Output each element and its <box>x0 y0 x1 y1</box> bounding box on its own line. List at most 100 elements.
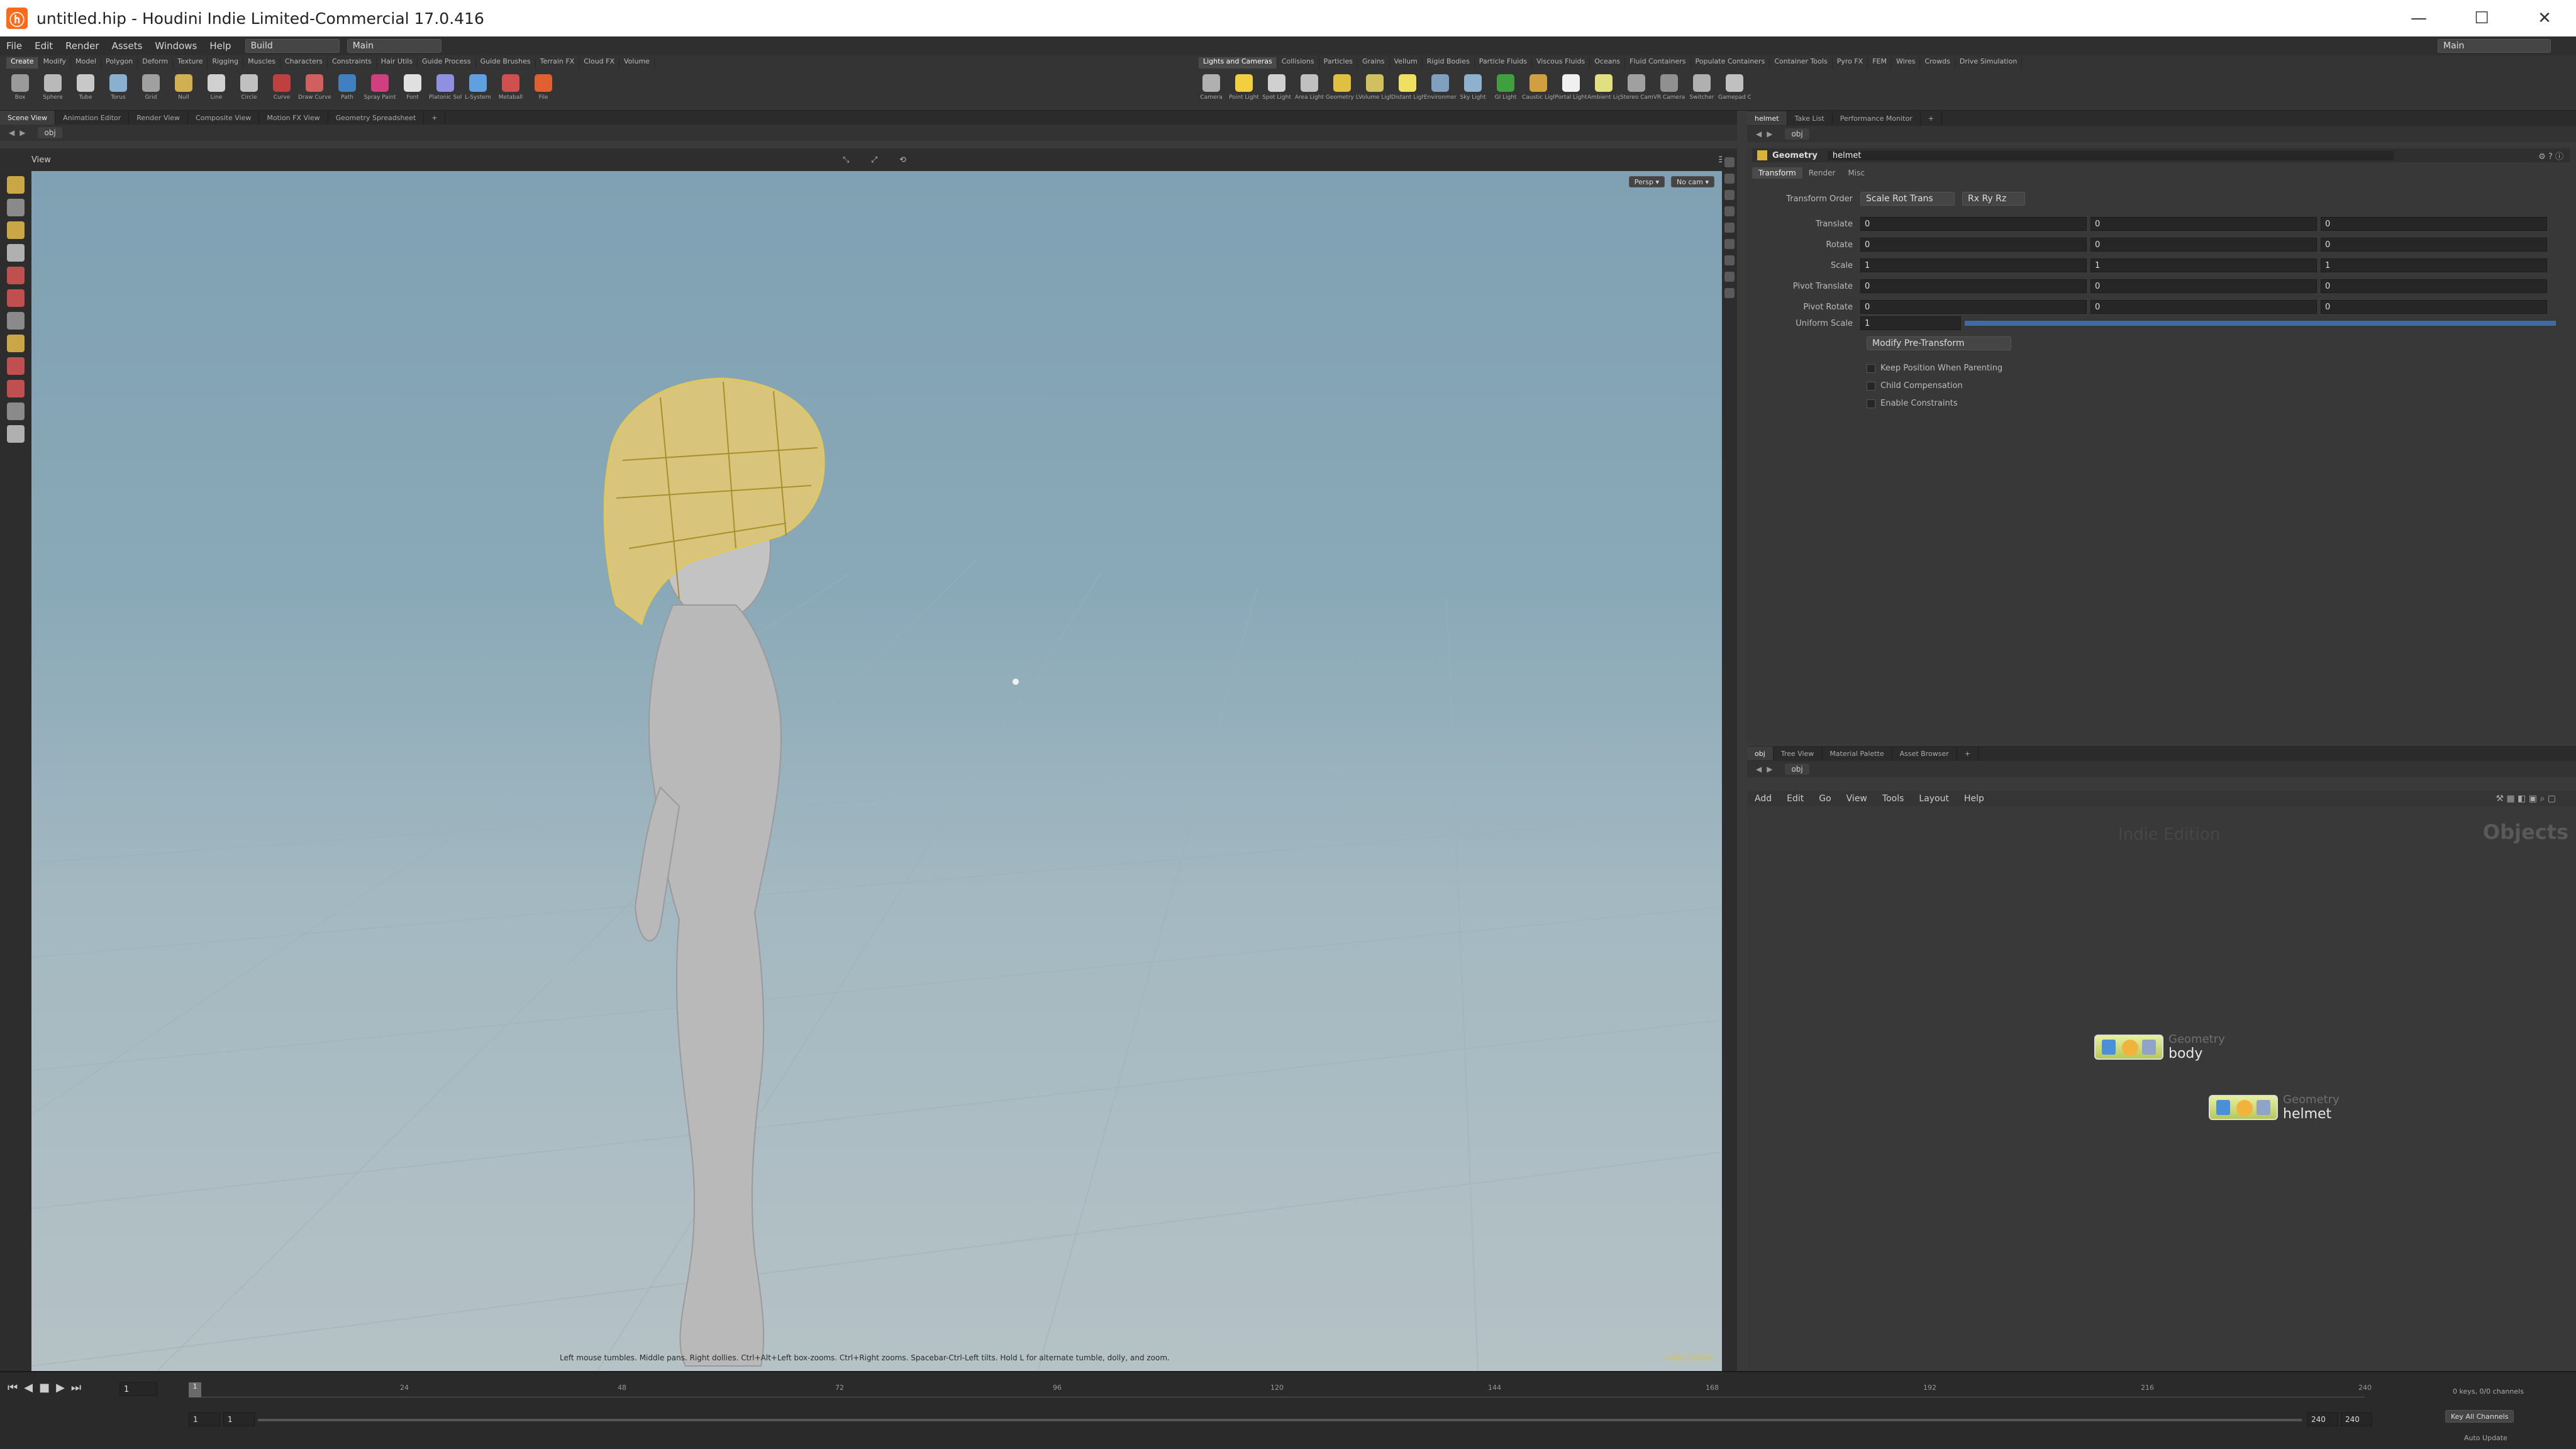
shelf-tab[interactable]: Drive Simulation <box>1955 57 2023 69</box>
shelf-tool[interactable]: Draw Curve <box>298 72 331 108</box>
shelf-tab[interactable]: Oceans <box>1590 57 1626 69</box>
tab-helmet-params[interactable]: helmet <box>1747 111 1787 125</box>
scale-tool-icon[interactable] <box>7 267 25 284</box>
param-field[interactable]: 1 <box>1860 258 2087 272</box>
uniform-scale-slider[interactable] <box>1965 321 2556 326</box>
param-field[interactable]: 0 <box>1860 238 2087 252</box>
shelf-tool[interactable]: Ambient Light <box>1587 72 1620 108</box>
display-options-icon[interactable] <box>1724 157 1735 167</box>
shelf-tool[interactable]: Line <box>200 72 233 108</box>
menu-windows[interactable]: Windows <box>148 40 203 52</box>
shelf-tab[interactable]: Hair Utils <box>377 57 418 69</box>
close-button[interactable]: ✕ <box>2513 0 2576 36</box>
body-model[interactable] <box>634 475 782 1367</box>
tab-material-palette[interactable]: Material Palette <box>1822 747 1892 760</box>
shelf-tool[interactable]: Gamepad Camera <box>1718 72 1751 108</box>
shelf-tool[interactable]: Grid <box>135 72 167 108</box>
shelf-tool[interactable]: GI Light <box>1489 72 1522 108</box>
add-tab-button[interactable]: + <box>424 111 446 125</box>
tab-animation-editor[interactable]: Animation Editor <box>55 111 130 125</box>
param-field[interactable]: 0 <box>1860 217 2087 231</box>
shelf-tab[interactable]: Container Tools <box>1770 57 1833 69</box>
range-slider[interactable] <box>258 1419 2302 1421</box>
shelf-tool[interactable]: Circle <box>233 72 265 108</box>
start-frame-field[interactable]: 1 <box>189 1413 220 1426</box>
network-path-obj[interactable]: obj <box>1785 763 1809 775</box>
lock-camera-icon[interactable] <box>1724 174 1735 184</box>
view-tool-icon[interactable]: ⤡ <box>843 155 849 165</box>
shelf-tab[interactable]: Constraints <box>328 57 377 69</box>
shelf-tool[interactable]: Stereo Camera <box>1620 72 1653 108</box>
network-forward-icon[interactable]: ▶ <box>1767 765 1772 774</box>
shelf-tool[interactable]: Metaball <box>494 72 527 108</box>
shelf-tab[interactable]: Volume <box>619 57 655 69</box>
param-field[interactable]: 1 <box>2090 258 2317 272</box>
shelf-tab[interactable]: Modify <box>39 57 72 69</box>
tab-take-list[interactable]: Take List <box>1787 111 1833 125</box>
frame-ruler[interactable]: 1 24 48 72 96 120 144 168 192 216 240 <box>189 1382 2372 1397</box>
shelf-tool[interactable]: VR Camera <box>1653 72 1685 108</box>
child-compensation-checkbox[interactable]: Child Compensation <box>1867 381 1963 391</box>
jump-end-icon[interactable]: ⏭ <box>71 1381 81 1394</box>
snap-icon[interactable] <box>7 380 25 397</box>
network-editor[interactable]: Indie Edition Objects Geometry body Geome… <box>1747 806 2576 1371</box>
shelf-tab[interactable]: Pyro FX <box>1833 57 1868 69</box>
shelf-tool[interactable]: Sphere <box>36 72 69 108</box>
step-back-icon[interactable]: ◀ <box>24 1381 33 1394</box>
param-field[interactable]: 0 <box>1860 279 2087 293</box>
keep-position-checkbox[interactable]: Keep Position When Parenting <box>1867 364 2002 373</box>
play-icon[interactable]: ▶ <box>56 1381 65 1394</box>
end-frame-field[interactable]: 240 <box>2307 1413 2338 1426</box>
wireframe-icon[interactable] <box>1724 206 1735 216</box>
add-param-tab-button[interactable]: + <box>1921 111 1942 125</box>
param-field[interactable]: 0 <box>2090 238 2317 252</box>
shelf-tool[interactable]: Distant Light <box>1391 72 1424 108</box>
move-tool-icon[interactable] <box>7 221 25 239</box>
current-frame-field[interactable]: 1 <box>119 1382 157 1396</box>
network-menu-go[interactable]: Go <box>1811 794 1838 804</box>
point-display-icon[interactable] <box>1724 239 1735 249</box>
tab-misc[interactable]: Misc <box>1841 167 1871 179</box>
jump-start-icon[interactable]: ⏮ <box>8 1381 18 1394</box>
network-menu-add[interactable]: Add <box>1747 794 1779 804</box>
tab-performance-monitor[interactable]: Performance Monitor <box>1833 111 1921 125</box>
network-menu-view[interactable]: View <box>1839 794 1875 804</box>
param-back-icon[interactable]: ◀ <box>1756 130 1762 138</box>
menu-file[interactable]: File <box>0 40 28 52</box>
shelf-tab[interactable]: Particle Fluids <box>1475 57 1533 69</box>
param-field[interactable]: 0 <box>2321 238 2547 252</box>
camera-dropdown[interactable]: No cam ▾ <box>1671 176 1714 187</box>
shading-icon[interactable] <box>1724 223 1735 233</box>
shelf-tab[interactable]: Collisions <box>1277 57 1319 69</box>
node-body[interactable]: Geometry body <box>2094 1033 2225 1062</box>
param-field[interactable]: 1 <box>2321 258 2547 272</box>
shelf-tab[interactable]: Guide Process <box>418 57 476 69</box>
body-node-box[interactable] <box>2094 1035 2163 1060</box>
shelf-tab[interactable]: Populate Containers <box>1691 57 1770 69</box>
enable-constraints-checkbox[interactable]: Enable Constraints <box>1867 399 1958 408</box>
param-forward-icon[interactable]: ▶ <box>1767 130 1772 138</box>
snap-tool-icon[interactable]: ⤢ <box>871 155 877 165</box>
tab-tree-view[interactable]: Tree View <box>1774 747 1823 760</box>
maximize-button[interactable]: ☐ <box>2450 0 2513 36</box>
shelf-tool[interactable]: Camera <box>1195 72 1228 108</box>
network-menu-layout[interactable]: Layout <box>1911 794 1957 804</box>
auto-update-toggle[interactable]: Auto Update <box>2464 1434 2507 1442</box>
shelf-tool[interactable]: Torus <box>102 72 135 108</box>
tab-composite-view[interactable]: Composite View <box>188 111 260 125</box>
menu-assets[interactable]: Assets <box>106 40 149 52</box>
backface-icon[interactable] <box>1724 272 1735 282</box>
rotate-tool-icon[interactable] <box>7 244 25 262</box>
shelf-tool[interactable]: Point Light <box>1228 72 1260 108</box>
desktop-dropdown[interactable]: Main <box>347 39 441 53</box>
shelf-tab[interactable]: Vellum <box>1390 57 1423 69</box>
end-frame-field-2[interactable]: 240 <box>2341 1413 2372 1426</box>
shelf-tool[interactable]: Sky Light <box>1457 72 1489 108</box>
shelf-tool[interactable]: Box <box>4 72 36 108</box>
shelf-tab[interactable]: Crowds <box>1920 57 1955 69</box>
network-menu-edit[interactable]: Edit <box>1779 794 1811 804</box>
transform-order-dropdown[interactable]: Scale Rot Trans <box>1860 192 1955 206</box>
pose-tool-icon[interactable] <box>7 312 25 330</box>
tab-obj-network[interactable]: obj <box>1747 747 1774 760</box>
select-tool-icon[interactable] <box>7 176 25 194</box>
